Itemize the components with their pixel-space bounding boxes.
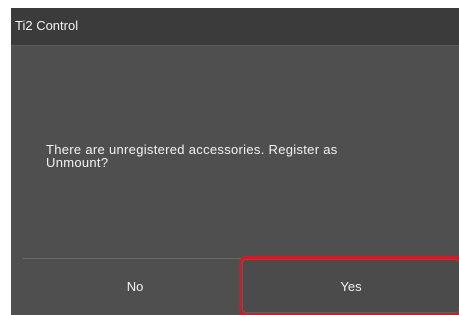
no-button-label: No xyxy=(126,278,144,294)
yes-button[interactable]: Yes xyxy=(239,256,459,315)
dialog-window: Ti2 Control There are unregistered acces… xyxy=(11,8,459,315)
dialog-message: There are unregistered accessories. Regi… xyxy=(46,143,426,169)
window-title: Ti2 Control xyxy=(15,18,79,33)
title-bar: Ti2 Control xyxy=(11,8,459,46)
button-divider xyxy=(23,258,247,259)
dialog-message-line-2: Unmount? xyxy=(46,155,109,170)
yes-button-label: Yes xyxy=(340,278,362,294)
no-button[interactable]: No xyxy=(23,260,247,312)
